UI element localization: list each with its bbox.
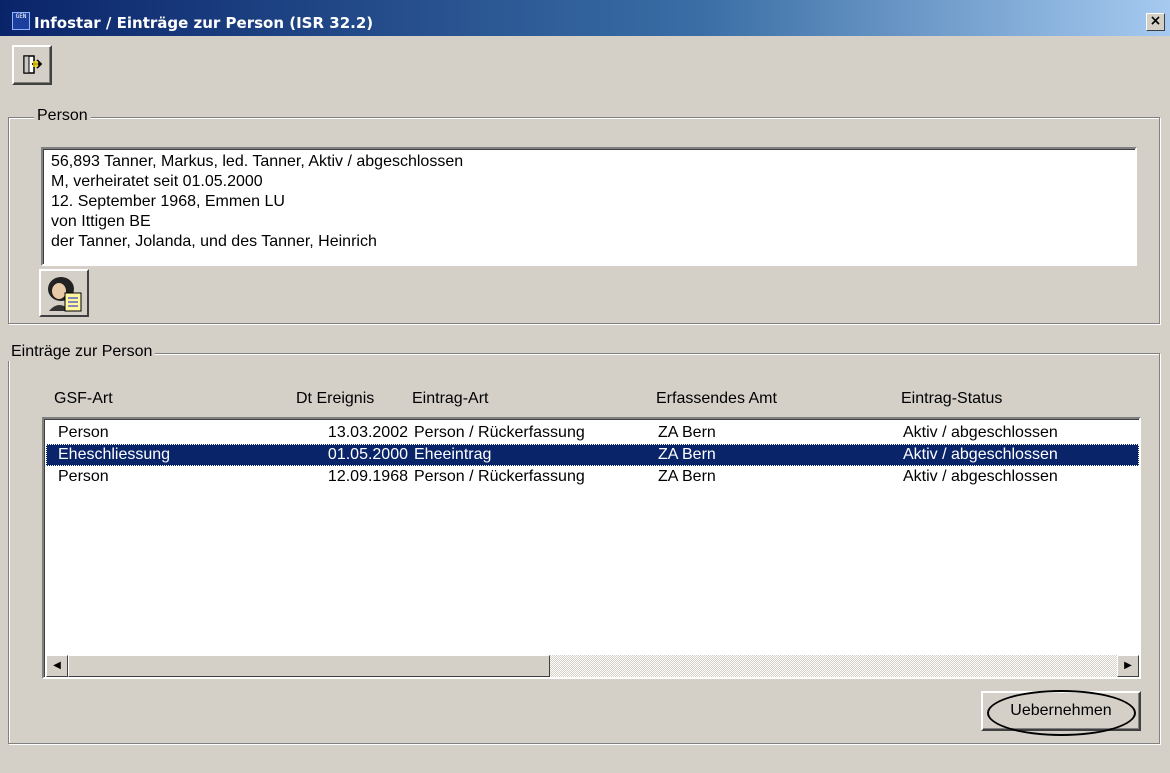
scroll-right-button[interactable]: ▶ — [1117, 655, 1139, 677]
arrow-left-icon: ◀ — [53, 660, 61, 671]
window-title: Infostar / Einträge zur Person (ISR 32.2… — [34, 14, 374, 32]
uebernehmen-button[interactable]: Uebernehmen — [981, 691, 1141, 731]
title-bar: GEN Infostar / Einträge zur Person (ISR … — [0, 0, 1170, 36]
cell-dt-ereignis: 13.03.2002 — [327, 424, 408, 441]
cell-erfassendes-amt: ZA Bern — [658, 424, 716, 441]
cell-eintrag-art: Eheeintrag — [414, 446, 492, 463]
cell-erfassendes-amt: ZA Bern — [658, 446, 716, 463]
entries-group-label: Einträge zur Person — [8, 343, 156, 361]
person-group-label: Person — [34, 107, 91, 125]
entries-list[interactable]: Person 13.03.2002 Person / Rückerfassung… — [42, 417, 1141, 679]
close-button[interactable]: × — [1146, 13, 1165, 31]
person-photo-button[interactable] — [39, 269, 89, 317]
column-header-eintrag-art[interactable]: Eintrag-Art — [412, 390, 488, 408]
person-line: 56,893 Tanner, Markus, led. Tanner, Akti… — [51, 153, 464, 170]
column-header-dt-ereignis[interactable]: Dt Ereignis — [296, 390, 374, 408]
person-line: der Tanner, Jolanda, und des Tanner, Hei… — [51, 233, 377, 250]
cell-dt-ereignis: 12.09.1968 — [327, 468, 408, 485]
arrow-right-icon: ▶ — [1124, 660, 1132, 671]
cell-eintrag-status: Aktiv / abgeschlossen — [903, 468, 1058, 485]
person-line: M, verheiratet seit 01.05.2000 — [51, 173, 263, 190]
scrollbar-thumb[interactable] — [68, 655, 550, 677]
cell-gsf-art: Eheschliessung — [58, 446, 171, 463]
person-details: 56,893 Tanner, Markus, led. Tanner, Akti… — [41, 147, 1137, 266]
cell-erfassendes-amt: ZA Bern — [658, 468, 716, 485]
cell-gsf-art: Person — [58, 468, 109, 485]
scroll-left-button[interactable]: ◀ — [46, 655, 68, 677]
cell-eintrag-art: Person / Rückerfassung — [414, 468, 585, 485]
person-photo-icon — [48, 277, 82, 312]
list-row-selected[interactable]: Eheschliessung 01.05.2000 Eheeintrag ZA … — [46, 444, 1139, 466]
exit-button[interactable] — [12, 45, 52, 85]
column-header-gsf-art[interactable]: GSF-Art — [54, 390, 113, 408]
exit-door-icon — [23, 55, 43, 74]
cell-eintrag-status: Aktiv / abgeschlossen — [903, 446, 1058, 463]
app-icon: GEN — [12, 12, 30, 30]
column-header-erfassendes-amt[interactable]: Erfassendes Amt — [656, 390, 777, 408]
person-line: von Ittigen BE — [51, 213, 151, 230]
horizontal-scrollbar[interactable]: ◀ ▶ — [46, 655, 1139, 677]
cell-gsf-art: Person — [58, 424, 109, 441]
list-row[interactable]: Person 13.03.2002 Person / Rückerfassung… — [46, 422, 1139, 444]
cell-dt-ereignis: 01.05.2000 — [327, 446, 408, 463]
cell-eintrag-status: Aktiv / abgeschlossen — [903, 424, 1058, 441]
list-row[interactable]: Person 12.09.1968 Person / Rückerfassung… — [46, 466, 1139, 488]
person-line: 12. September 1968, Emmen LU — [51, 193, 285, 210]
cell-eintrag-art: Person / Rückerfassung — [414, 424, 585, 441]
column-header-eintrag-status[interactable]: Eintrag-Status — [901, 390, 1002, 408]
